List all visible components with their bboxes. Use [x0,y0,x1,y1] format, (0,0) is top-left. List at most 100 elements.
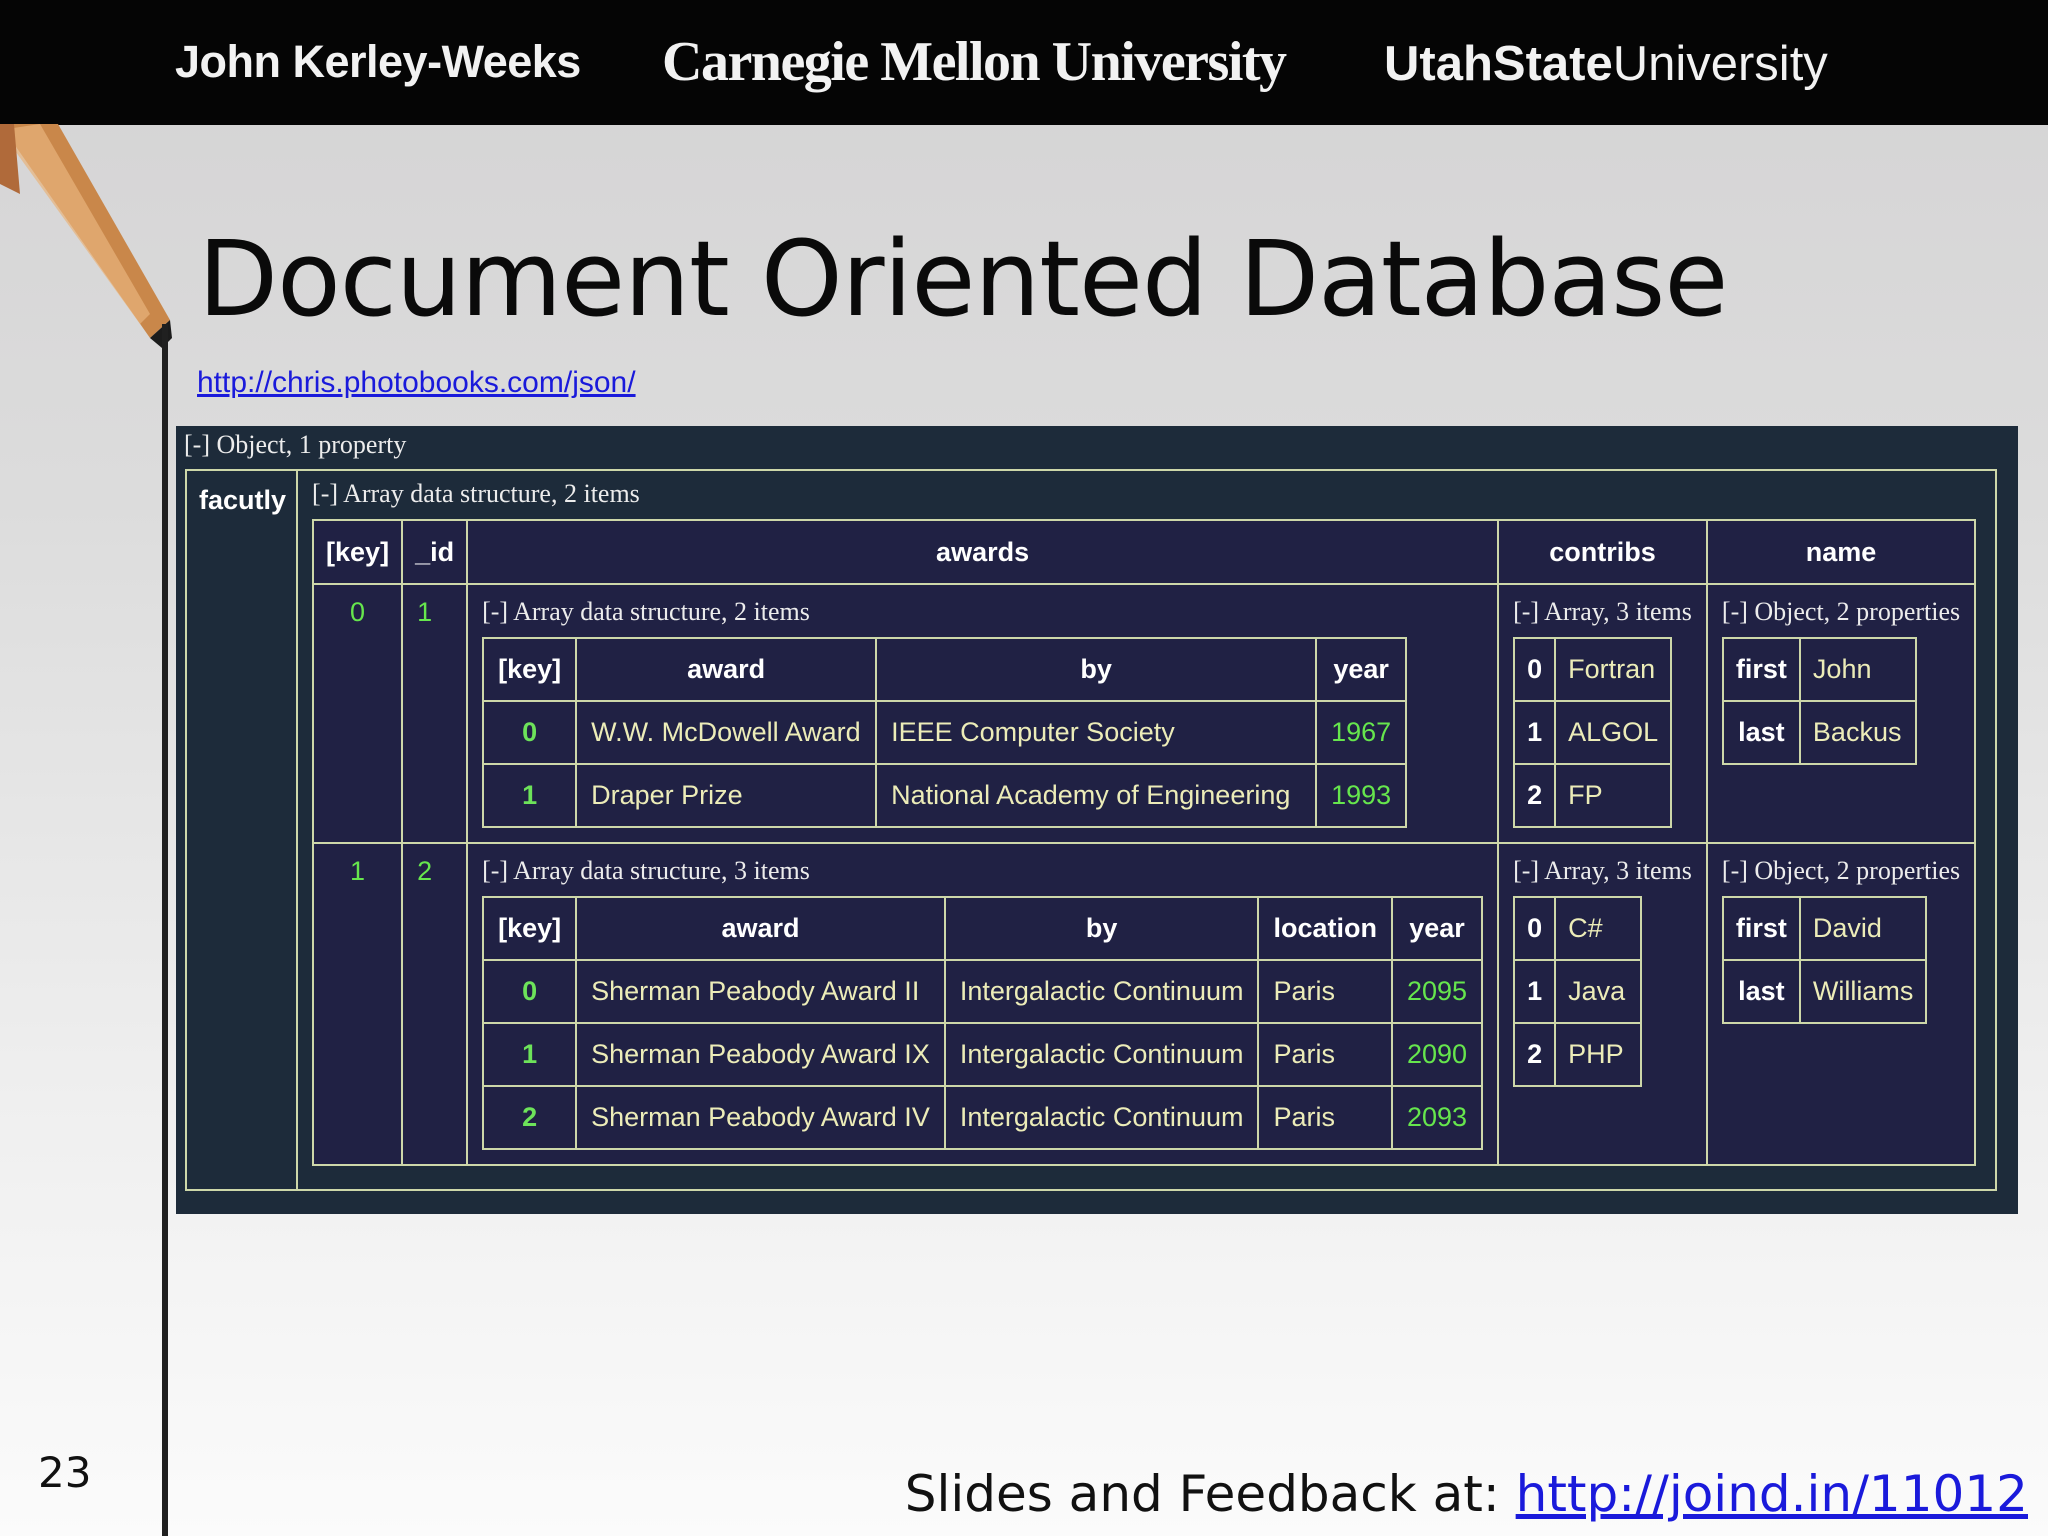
cmu-logo-text: Carnegie Mellon University [662,31,1287,93]
contribs-table: 0 C# 1 Java 2 PHP [1513,896,1643,1087]
award-year: 2093 [1390,1085,1484,1150]
presenter-name: John Kerley-Weeks [175,36,581,87]
award-name: Sherman Peabody Award II [575,959,946,1024]
award-row: 2 Sherman Peabody Award IV Intergalactic… [482,1085,1484,1150]
column-header-name: name [1705,519,1977,585]
award-by: IEEE Computer Society [875,700,1318,765]
contribs-array-label[interactable]: [-] Array, 3 items [1513,856,1692,886]
award-row: 1 Draper Prize National Academy of Engin… [482,763,1408,828]
table-row: 0 1 [-] Array data structure, 2 items [k… [312,583,1977,844]
row-key: 0 [312,583,404,844]
awards-header-award: award [575,637,878,702]
awards-header-by: by [875,637,1318,702]
row-id: 2 [401,842,469,1166]
root-object-label[interactable]: [-] Object, 1 property [184,430,406,460]
name-row: last Backus [1721,700,1917,765]
contribs-table: 0 Fortran 1 ALGOL 2 FP [1513,637,1673,828]
award-row: 0 Sherman Peabody Award II Intergalactic… [482,959,1484,1024]
awards-array-label[interactable]: [-] Array data structure, 2 items [482,597,1483,627]
contrib-row: 2 FP [1513,763,1673,828]
pencil-icon [0,124,172,1536]
award-year: 1967 [1315,700,1408,765]
slide-number: 23 [38,1448,92,1497]
awards-table: [key] award by year 0 W.W. McDowell Awar… [482,637,1408,828]
award-year: 2095 [1390,959,1484,1024]
faculty-array-label[interactable]: [-] Array data structure, 2 items [312,479,1981,509]
faculty-key: facutly [184,469,299,1191]
contrib-key: 2 [1513,763,1557,828]
contrib-value: Java [1554,959,1643,1024]
awards-cell: [-] Array data structure, 3 items [key] … [466,842,1500,1166]
award-key: 1 [482,1022,578,1087]
award-key: 1 [482,763,578,828]
award-by: Intergalactic Continuum [943,1022,1260,1087]
header-bar: John Kerley-Weeks Carnegie Mellon Univer… [0,0,2048,125]
awards-header-year: year [1315,637,1408,702]
award-row: 0 W.W. McDowell Award IEEE Computer Soci… [482,700,1408,765]
contribs-cell: [-] Array, 3 items 0 Fortran 1 ALGOL 2 F… [1497,583,1708,844]
awards-cell: [-] Array data structure, 2 items [key] … [466,583,1500,844]
awards-header-by: by [943,896,1260,961]
awards-table: [key] award by location year 0 Sherman P… [482,896,1484,1150]
name-value: Backus [1798,700,1917,765]
award-by: National Academy of Engineering [875,763,1318,828]
award-row: 1 Sherman Peabody Award IX Intergalactic… [482,1022,1484,1087]
name-table: first David last Williams [1721,896,1928,1024]
name-object-label[interactable]: [-] Object, 2 properties [1722,856,1960,886]
name-row: first David [1721,896,1928,961]
award-by: Intergalactic Continuum [943,1085,1260,1150]
name-key: first [1721,637,1801,702]
contrib-value: Fortran [1554,637,1673,702]
footer: Slides and Feedback at: http://joind.in/… [905,1465,2028,1523]
contrib-value: ALGOL [1554,700,1673,765]
json-viewer: [-] Object, 1 property facutly [-] Array… [176,426,2018,1214]
name-key: last [1721,700,1801,765]
awards-header-award: award [575,896,946,961]
award-name: Sherman Peabody Award IX [575,1022,946,1087]
name-key: last [1721,959,1801,1024]
award-name: Sherman Peabody Award IV [575,1085,946,1150]
root-object-table: facutly [-] Array data structure, 2 item… [184,469,1997,1191]
award-key: 0 [482,700,578,765]
contrib-row: 0 C# [1513,896,1643,961]
footer-text: Slides and Feedback at: [904,1465,1516,1523]
contrib-row: 2 PHP [1513,1022,1643,1087]
award-location: Paris [1257,1022,1393,1087]
usu-logo-text: UtahStateUniversity [1384,36,1828,92]
footer-link[interactable]: http://joind.in/11012 [1516,1465,2028,1523]
award-year: 2090 [1390,1022,1484,1087]
contribs-array-label[interactable]: [-] Array, 3 items [1513,597,1692,627]
award-name: Draper Prize [575,763,878,828]
table-row: 1 2 [-] Array data structure, 3 items [k… [312,842,1977,1166]
award-key: 2 [482,1085,578,1150]
column-header-awards: awards [466,519,1500,585]
award-location: Paris [1257,959,1393,1024]
awards-header-key: [key] [482,896,578,961]
usu-logo-regular: University [1612,37,1828,91]
name-cell: [-] Object, 2 properties first David las… [1705,842,1977,1166]
name-object-label[interactable]: [-] Object, 2 properties [1722,597,1960,627]
name-value: David [1798,896,1928,961]
source-link[interactable]: http://chris.photobooks.com/json/ [197,366,636,400]
name-cell: [-] Object, 2 properties first John last… [1705,583,1977,844]
faculty-table: [key] _id awards contribs name 0 1 [-] A… [312,519,1977,1166]
award-by: Intergalactic Continuum [943,959,1260,1024]
awards-header-key: [key] [482,637,578,702]
award-year: 1993 [1315,763,1408,828]
award-name: W.W. McDowell Award [575,700,878,765]
award-location: Paris [1257,1085,1393,1150]
awards-array-label[interactable]: [-] Array data structure, 3 items [482,856,1483,886]
column-header-id: _id [401,519,469,585]
contrib-value: PHP [1554,1022,1643,1087]
contrib-row: 1 Java [1513,959,1643,1024]
award-key: 0 [482,959,578,1024]
usu-logo-bold: UtahState [1384,37,1613,91]
row-id: 1 [401,583,469,844]
contrib-key: 1 [1513,959,1557,1024]
contrib-key: 2 [1513,1022,1557,1087]
column-header-contribs: contribs [1497,519,1708,585]
contribs-cell: [-] Array, 3 items 0 C# 1 Java 2 PHP [1497,842,1708,1166]
contrib-row: 1 ALGOL [1513,700,1673,765]
name-row: first John [1721,637,1917,702]
contrib-row: 0 Fortran [1513,637,1673,702]
